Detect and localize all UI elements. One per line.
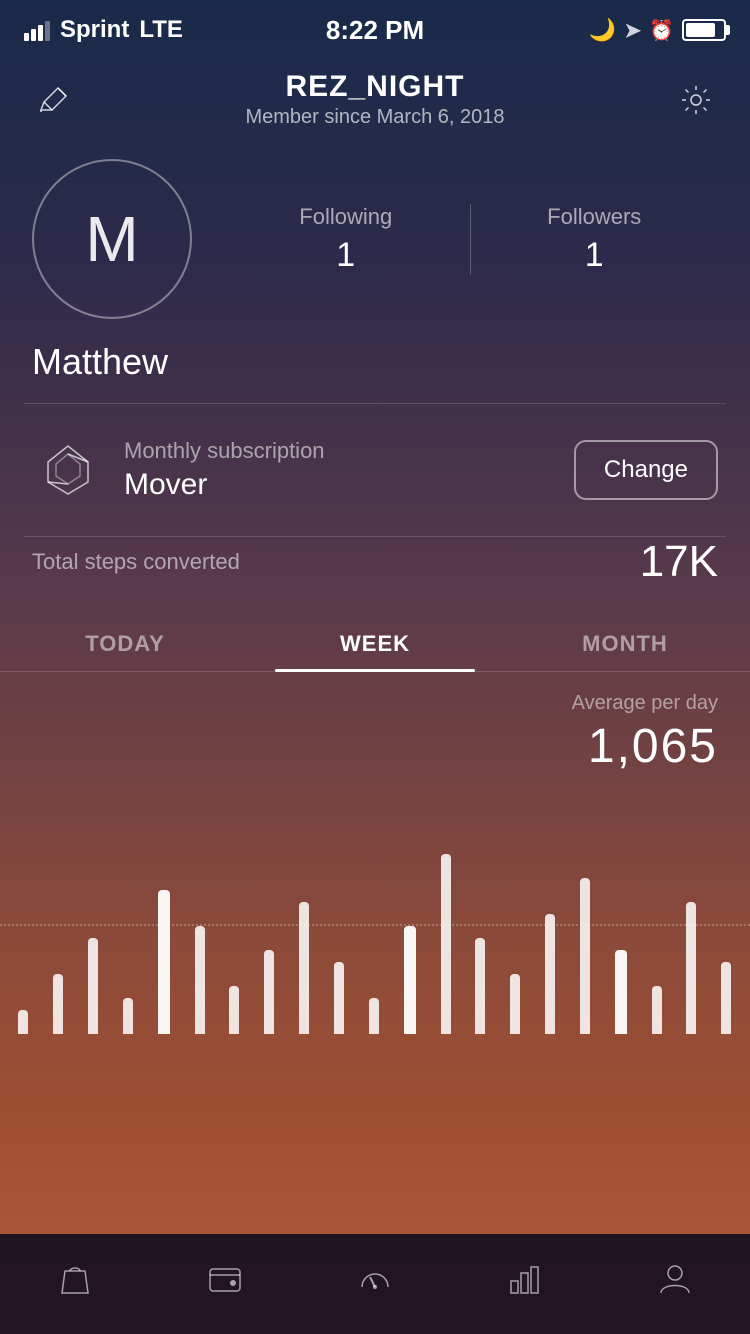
chart-bar [686,902,696,1034]
tab-week-label: WEEK [340,631,410,656]
tab-month-label: MONTH [582,631,668,656]
chart-bar [229,986,239,1034]
chart-bar [18,1010,28,1034]
bottom-nav [0,1234,750,1334]
member-since-label: Member since March 6, 2018 [245,106,504,129]
subscription-text: Monthly subscription Mover [124,438,554,502]
following-stat[interactable]: Following 1 [222,204,470,275]
chart-bar [299,902,309,1034]
network-type-label: LTE [139,16,183,44]
avg-per-day-label: Average per day [32,692,718,715]
avg-per-day-value: 1,065 [32,719,718,774]
username-label: REZ_NIGHT [245,70,504,104]
chart-bar [615,950,627,1034]
signal-bar-2 [31,29,36,41]
battery-fill [686,23,715,37]
stats-block: Following 1 Followers 1 [222,204,718,275]
chart-bar [580,878,590,1034]
location-icon: ➤ [624,18,641,43]
header-title-block: REZ_NIGHT Member since March 6, 2018 [245,70,504,129]
signal-bar-4 [45,21,50,41]
signal-bar-3 [38,25,43,41]
edit-button[interactable] [32,78,76,122]
following-value: 1 [222,236,470,275]
shopping-bag-icon [52,1256,98,1302]
chart-bar [158,890,170,1034]
chart-bar [123,998,133,1034]
signal-bar-1 [24,33,29,41]
subscription-icon [32,434,104,506]
chart-bar [53,974,63,1034]
profile-header: REZ_NIGHT Member since March 6, 2018 [0,54,750,139]
nav-wallet[interactable] [185,1244,265,1314]
chart-bar [545,914,555,1034]
tab-month[interactable]: MONTH [500,611,750,671]
followers-label: Followers [471,204,719,230]
edit-icon [36,82,72,118]
steps-value: 17K [640,537,718,587]
followers-stat[interactable]: Followers 1 [471,204,719,275]
profile-section: M Following 1 Followers 1 [0,139,750,329]
tab-today-label: TODAY [85,631,165,656]
following-label: Following [222,204,470,230]
speedometer-icon [352,1256,398,1302]
chart-bar [404,926,416,1034]
steps-section: Total steps converted 17K [0,537,750,611]
bar-chart-icon [502,1256,548,1302]
subscription-plan: Mover [124,468,554,502]
subscription-section: Monthly subscription Mover Change [0,404,750,536]
nav-shop[interactable] [35,1244,115,1314]
signal-bars [24,19,50,41]
status-time: 8:22 PM [326,15,424,46]
nav-speedometer[interactable] [335,1244,415,1314]
change-subscription-button[interactable]: Change [574,440,718,500]
followers-value: 1 [471,236,719,275]
settings-icon [678,82,714,118]
status-left: Sprint LTE [24,16,183,44]
chart-bar [334,962,344,1034]
chart-bar [88,938,98,1034]
steps-label: Total steps converted [32,549,240,575]
nav-leaderboard[interactable] [485,1244,565,1314]
chart-bar [264,950,274,1034]
moon-icon: 🌙 [589,17,616,43]
chart-bar [510,974,520,1034]
tab-today[interactable]: TODAY [0,611,250,671]
chart-bar [195,926,205,1034]
avatar-letter: M [85,202,138,276]
chart-bar [441,854,451,1034]
avatar: M [32,159,192,319]
tab-week[interactable]: WEEK [250,611,500,671]
chart-section: Average per day 1,065 [0,672,750,784]
chart-bar [721,962,731,1034]
person-icon [652,1256,698,1302]
chart-bar [652,986,662,1034]
chart-bar [475,938,485,1034]
chart-dotted-line [0,924,750,926]
settings-button[interactable] [674,78,718,122]
wallet-icon [202,1256,248,1302]
battery-icon [682,19,726,41]
profile-name: Matthew [0,329,750,403]
status-right: 🌙 ➤ ⏰ [589,17,726,43]
status-bar: Sprint LTE 8:22 PM 🌙 ➤ ⏰ [0,0,750,54]
carrier-label: Sprint [60,16,129,44]
mover-logo-icon [36,438,100,502]
subscription-label: Monthly subscription [124,438,554,464]
nav-profile[interactable] [635,1244,715,1314]
bar-chart [0,814,750,1034]
alarm-icon: ⏰ [649,18,674,43]
tabs-section: TODAY WEEK MONTH [0,611,750,672]
chart-bar [369,998,379,1034]
